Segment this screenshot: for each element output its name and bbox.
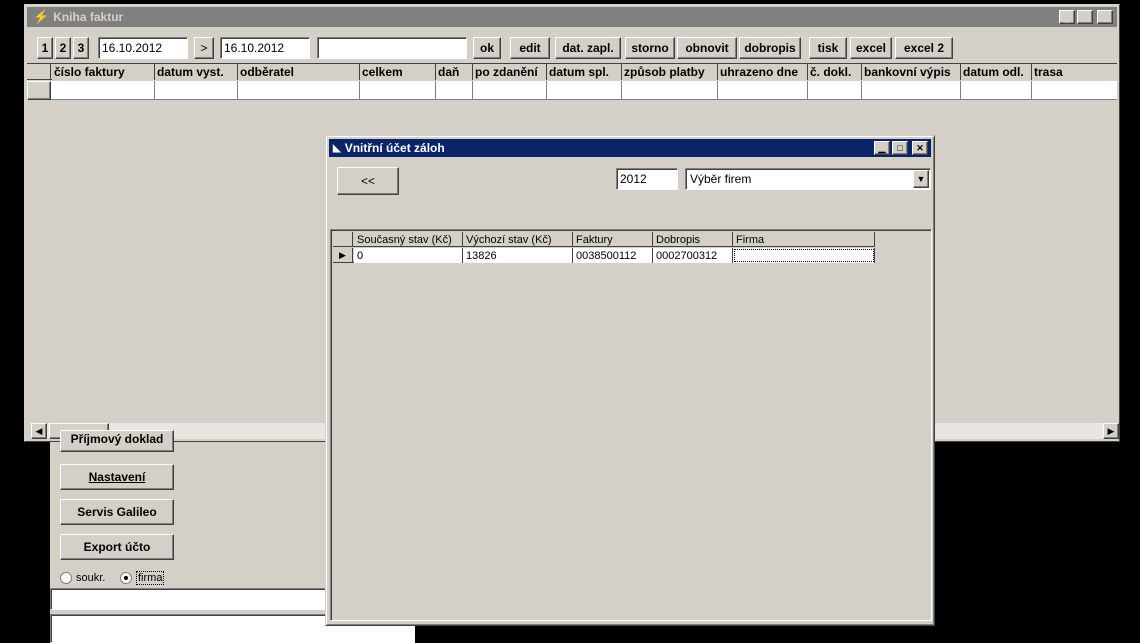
dialog-app-icon: ◣ — [333, 142, 341, 154]
column-header[interactable]: datum odl. — [961, 64, 1032, 80]
radio-private-label: soukr. — [76, 572, 106, 584]
scroll-right-icon[interactable]: ▶ — [1103, 423, 1119, 439]
grid-cell-selected[interactable] — [733, 248, 875, 263]
invoice-grid[interactable]: číslo faktury datum vyst. odběratel celk… — [27, 63, 1117, 100]
storno-button[interactable]: storno — [625, 37, 675, 59]
dialog-title: Vnitřní účet záloh — [344, 141, 445, 155]
radio-company[interactable]: firma — [120, 570, 165, 586]
payment-date-button[interactable]: dat. zapl. — [555, 37, 621, 59]
column-header[interactable]: uhrazeno dne — [718, 64, 808, 80]
radio-company-label: firma — [136, 571, 165, 585]
column-header[interactable]: po zdanění — [473, 64, 547, 80]
column-header[interactable]: datum spl. — [547, 64, 622, 80]
minimize-icon[interactable]: ▁ — [1059, 10, 1075, 24]
column-header[interactable]: Dobropis — [653, 232, 733, 247]
settings-button[interactable]: Nastavení — [60, 464, 174, 490]
page-button-2[interactable]: 2 — [55, 37, 71, 59]
excel2-button[interactable]: excel 2 — [895, 37, 953, 59]
row-pointer-icon: ▶ — [333, 248, 353, 263]
excel-button[interactable]: excel — [850, 37, 892, 59]
refresh-button[interactable]: obnovit — [677, 37, 737, 59]
page-button-3[interactable]: 3 — [73, 37, 89, 59]
app-icon: ⚡ — [33, 9, 50, 24]
column-header[interactable]: bankovní výpis — [862, 64, 961, 80]
year-input[interactable]: 2012 — [616, 168, 678, 190]
column-header[interactable]: Firma — [733, 232, 875, 247]
column-header[interactable]: Faktury — [573, 232, 653, 247]
dialog-title-bar[interactable]: ◣ Vnitřní účet záloh ▁ □ ✕ — [329, 139, 931, 157]
dialog-window: ◣ Vnitřní účet záloh ▁ □ ✕ << 2012 Výběr… — [325, 135, 935, 626]
main-window-title: Kniha faktur — [53, 10, 124, 24]
row-indicator[interactable] — [27, 81, 51, 100]
filter-input[interactable] — [317, 37, 467, 59]
receipt-button[interactable]: Příjmový doklad — [60, 430, 174, 452]
column-header[interactable]: č. dokl. — [808, 64, 862, 80]
maximize-icon[interactable]: □ — [892, 141, 908, 155]
grid-indicator-header — [27, 64, 51, 80]
edit-button[interactable]: edit — [510, 37, 550, 59]
grid-indicator-header — [333, 232, 353, 247]
minimize-icon[interactable]: ▁ — [874, 141, 890, 155]
column-header[interactable]: způsob platby — [622, 64, 718, 80]
grid-cell[interactable]: 0002700312 — [653, 248, 733, 263]
table-row[interactable] — [27, 81, 1117, 100]
radio-selected-icon — [120, 572, 132, 584]
date-to-input[interactable]: 16.10.2012 — [220, 37, 310, 59]
table-row[interactable]: ▶ 0 13826 0038500112 0002700312 — [333, 248, 875, 263]
servis-galileo-button[interactable]: Servis Galileo — [60, 499, 174, 525]
company-select[interactable]: Výběr firem ▼ — [685, 168, 931, 190]
maximize-icon[interactable]: □ — [1077, 10, 1093, 24]
close-icon[interactable]: ✕ — [1097, 10, 1113, 24]
deposit-grid[interactable]: Současný stav (Kč) Výchozí stav (Kč) Fak… — [330, 229, 932, 621]
date-from-input[interactable]: 16.10.2012 — [98, 37, 188, 59]
main-title-bar[interactable]: ⚡ Kniha faktur ▁ □ ✕ — [27, 7, 1117, 27]
chevron-down-icon[interactable]: ▼ — [913, 170, 929, 188]
column-header[interactable]: celkem — [360, 64, 436, 80]
column-header[interactable]: daň — [436, 64, 473, 80]
side-text-input[interactable] — [50, 588, 330, 610]
close-icon[interactable]: ✕ — [912, 141, 928, 155]
scroll-left-icon[interactable]: ◀ — [31, 423, 47, 439]
page-button-1[interactable]: 1 — [37, 37, 53, 59]
radio-icon — [60, 572, 72, 584]
column-header[interactable]: trasa — [1032, 64, 1117, 80]
column-header[interactable]: odběratel — [238, 64, 360, 80]
column-header[interactable]: číslo faktury — [52, 64, 155, 80]
company-select-value: Výběr firem — [690, 172, 752, 186]
column-header[interactable]: Výchozí stav (Kč) — [463, 232, 573, 247]
ok-button[interactable]: ok — [473, 37, 501, 59]
next-button[interactable]: > — [194, 37, 214, 59]
grid-cell[interactable]: 13826 — [463, 248, 573, 263]
grid-cell[interactable]: 0 — [354, 248, 463, 263]
export-accounting-button[interactable]: Export účto — [60, 534, 174, 560]
print-button[interactable]: tisk — [809, 37, 847, 59]
grid-cell[interactable]: 0038500112 — [573, 248, 653, 263]
column-header[interactable]: datum vyst. — [155, 64, 238, 80]
column-header[interactable]: Současný stav (Kč) — [354, 232, 463, 247]
credit-note-button[interactable]: dobropis — [739, 37, 801, 59]
back-button[interactable]: << — [337, 167, 399, 195]
radio-private[interactable]: soukr. — [60, 570, 105, 586]
